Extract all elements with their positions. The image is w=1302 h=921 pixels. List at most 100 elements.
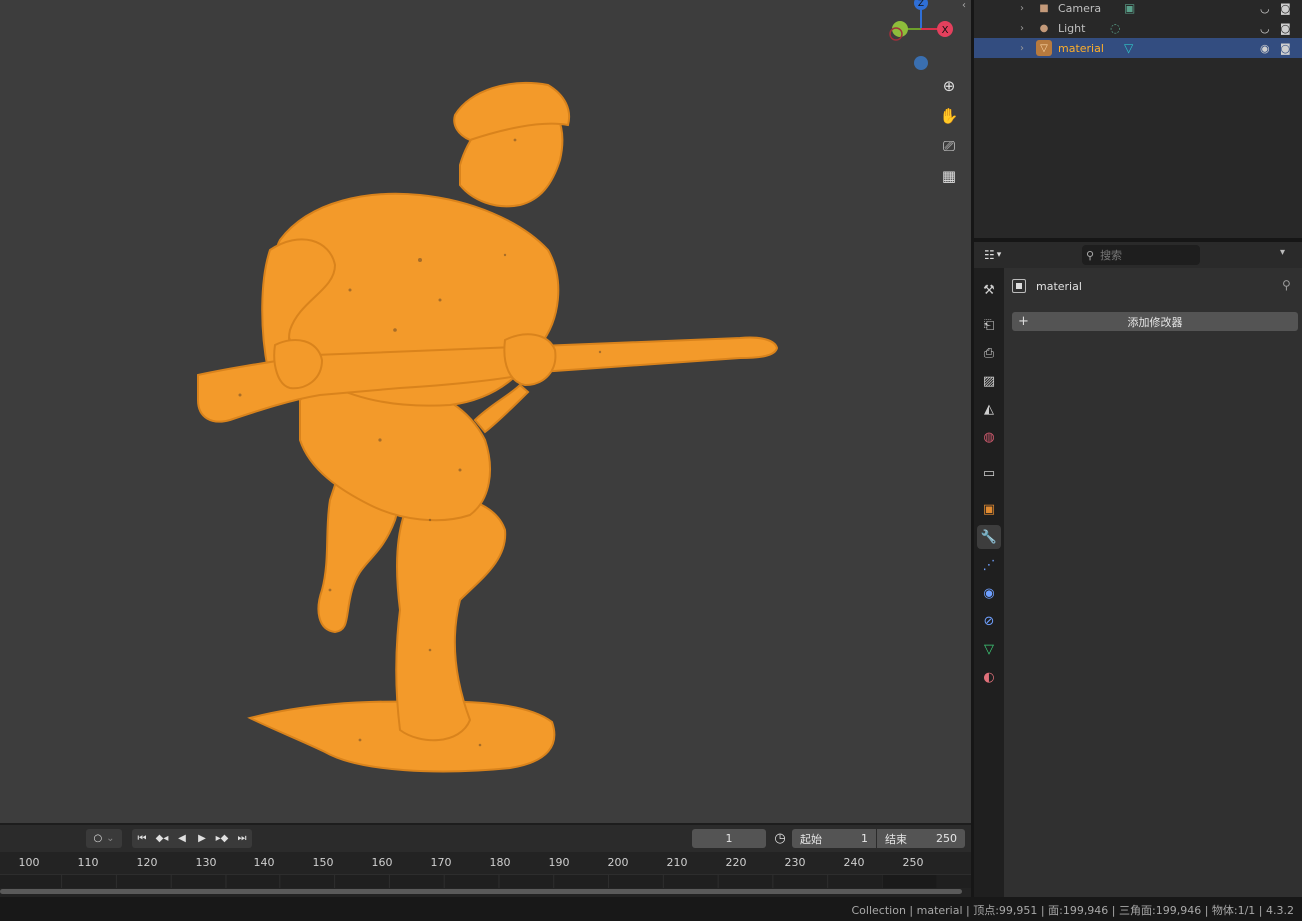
mesh-data-icon: ▽ (984, 641, 994, 657)
tick-label: 130 (195, 856, 217, 869)
play-button[interactable]: ▶ (192, 829, 212, 848)
tick-label: 200 (607, 856, 629, 869)
jump-start-button[interactable]: ⏮ (132, 829, 152, 848)
blender-window: Z X ‹ ⊕ ✋ ⎚ ▦ › ■ Camera ▣ ◡ ◙ › ● Light… (0, 0, 1302, 921)
status-bar: Collection | material | 顶点:99,951 | 面:19… (0, 897, 1302, 921)
view-layer-icon: ▨ (982, 373, 996, 389)
grid-perspective-icon[interactable]: ▦ (935, 163, 963, 189)
tab-physics[interactable]: ◉ (977, 581, 1001, 605)
camera-view-icon[interactable]: ⎚ (935, 133, 963, 159)
play-icon: ▶ (198, 833, 206, 844)
timeline-header: ○ ⌄ ⏮ ◆◂ ◀ ▶ ▸◆ ⏭ 1 ◷ 起始 1 结束 250 (0, 825, 971, 852)
options-chevron-icon[interactable]: ▾ (1280, 247, 1285, 258)
play-reverse-button[interactable]: ◀ (172, 829, 192, 848)
end-frame-field[interactable]: 结束 250 (877, 829, 965, 848)
next-keyframe-button[interactable]: ▸◆ (212, 829, 232, 848)
axis-z-label: Z (918, 0, 924, 9)
tab-tool[interactable]: ⚒ (977, 278, 1001, 302)
axis-gizmo[interactable]: Z X (880, 0, 960, 75)
timeline-scrollbar[interactable] (0, 889, 962, 894)
tick-label: 110 (77, 856, 99, 869)
material-icon: ◐ (983, 669, 995, 685)
search-icon: ⚲ (1086, 248, 1095, 262)
axis-negz-handle[interactable] (914, 56, 928, 70)
add-modifier-button[interactable]: + 添加修改器 (1012, 312, 1298, 331)
soldier-model[interactable] (0, 0, 971, 823)
tick-label: 170 (430, 856, 452, 869)
tab-constraints[interactable]: ⊘ (977, 609, 1001, 633)
expand-chevron-icon[interactable]: › (1020, 43, 1024, 54)
tick-label: 250 (902, 856, 924, 869)
start-frame-field[interactable]: 起始 1 (792, 829, 876, 848)
outliner-row-camera[interactable]: › ■ Camera ▣ ◡ ◙ (974, 0, 1302, 18)
tool-icon: ⚒ (983, 282, 995, 298)
render-camera-icon[interactable]: ◙ (1280, 2, 1291, 15)
tab-world[interactable]: ◍ (977, 425, 1001, 449)
tab-collection[interactable]: ▭ (977, 461, 1001, 485)
tab-modifier[interactable]: 🔧 (977, 525, 1001, 549)
object-icon (1012, 279, 1026, 293)
particles-icon: ⋰ (982, 557, 996, 573)
outliner-row-light[interactable]: › ● Light ◌ ◡ ◙ (974, 18, 1302, 38)
end-frame-value: 250 (936, 832, 957, 845)
outliner[interactable]: › ■ Camera ▣ ◡ ◙ › ● Light ◌ ◡ ◙ › ▽ mat… (974, 0, 1302, 238)
tick-label: 230 (784, 856, 806, 869)
start-frame-value: 1 (861, 832, 868, 845)
timeline[interactable]: ○ ⌄ ⏮ ◆◂ ◀ ▶ ▸◆ ⏭ 1 ◷ 起始 1 结束 250 100 110 (0, 825, 971, 897)
timeline-track[interactable] (0, 874, 971, 888)
visibility-eye-icon[interactable]: ◉ (1260, 42, 1270, 55)
tab-view-layer[interactable]: ▨ (977, 369, 1001, 393)
search-placeholder: 搜索 (1100, 249, 1123, 262)
render-camera-icon[interactable]: ◙ (1280, 22, 1291, 35)
hand-pan-icon[interactable]: ✋ (935, 103, 963, 129)
outliner-item-label: material (1058, 41, 1104, 55)
tab-scene[interactable]: ◭ (977, 397, 1001, 421)
tick-label: 160 (371, 856, 393, 869)
tick-label: 220 (725, 856, 747, 869)
outliner-row-material[interactable]: › ▽ material ▽ ◉ ◙ (974, 38, 1302, 58)
render-icon: ⎗ (983, 317, 995, 333)
light-object-icon: ● (1039, 22, 1049, 34)
timeline-ruler[interactable]: 100 110 120 130 140 150 160 170 180 190 … (0, 852, 971, 874)
3d-viewport[interactable]: Z X ‹ ⊕ ✋ ⎚ ▦ (0, 0, 971, 823)
jump-end-button[interactable]: ⏭ (232, 829, 252, 848)
axis-x-label: X (942, 25, 949, 36)
constraints-icon: ⊘ (983, 613, 995, 629)
visibility-hidden-icon[interactable]: ◡ (1260, 22, 1270, 35)
tab-data[interactable]: ▽ (977, 637, 1001, 661)
mesh-data-icon: ▽ (1124, 41, 1134, 55)
zoom-icon[interactable]: ⊕ (935, 73, 963, 99)
properties-editor-icon: ☷ (984, 248, 995, 262)
output-icon: ⎙ (983, 345, 995, 361)
visibility-hidden-icon[interactable]: ◡ (1260, 2, 1270, 15)
expand-chevron-icon[interactable]: › (1020, 23, 1024, 34)
clock-icon[interactable]: ◷ (770, 829, 790, 848)
keying-dropdown[interactable]: ○ ⌄ (86, 829, 122, 848)
current-frame-field[interactable]: 1 (692, 829, 766, 848)
pin-icon[interactable]: ⚲ (1282, 278, 1291, 292)
camera-object-icon: ■ (1039, 2, 1049, 14)
chevron-down-icon: ▾ (996, 250, 1002, 260)
prev-keyframe-icon: ◆◂ (155, 833, 169, 844)
render-camera-icon[interactable]: ◙ (1280, 42, 1291, 55)
object-name: material (1036, 279, 1082, 293)
properties-header: ☷ ▾ ⚲ 搜索 ▾ (974, 242, 1302, 268)
expand-chevron-icon[interactable]: › (1020, 3, 1024, 14)
tick-label: 190 (548, 856, 570, 869)
tab-object[interactable]: ▣ (977, 497, 1001, 521)
light-data-icon: ◌ (1110, 21, 1121, 35)
collapse-arrow-icon[interactable]: ‹ (962, 0, 971, 11)
properties-search-input[interactable]: ⚲ 搜索 (1082, 245, 1200, 265)
tab-material[interactable]: ◐ (977, 665, 1001, 689)
tick-label: 150 (312, 856, 334, 869)
plus-icon: + (1018, 314, 1029, 329)
editor-type-dropdown[interactable]: ☷ ▾ (984, 246, 1014, 264)
tab-particles[interactable]: ⋰ (977, 553, 1001, 577)
tab-render[interactable]: ⎗ (977, 313, 1001, 337)
scene-icon: ◭ (984, 401, 994, 417)
jump-end-icon: ⏭ (237, 833, 247, 844)
collection-icon: ▭ (982, 465, 996, 481)
keying-circle-icon: ○ (93, 833, 103, 844)
tab-output[interactable]: ⎙ (977, 341, 1001, 365)
prev-keyframe-button[interactable]: ◆◂ (152, 829, 172, 848)
